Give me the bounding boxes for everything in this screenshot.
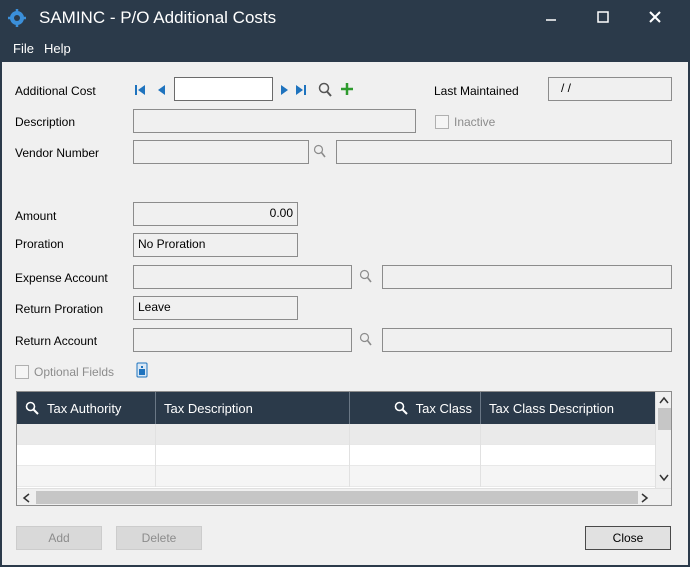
scroll-up-icon[interactable] [659,396,669,404]
inactive-checkbox[interactable] [435,115,449,129]
next-record-icon[interactable] [279,83,289,97]
return-account-label: Return Account [15,334,98,348]
inactive-label: Inactive [454,115,496,129]
menu-help[interactable]: Help [44,41,71,56]
scroll-right-icon[interactable] [641,493,649,503]
first-record-icon[interactable] [134,83,146,97]
return-proration-label: Return Proration [15,302,104,316]
proration-label: Proration [15,237,64,251]
table-cell[interactable] [156,445,350,466]
last-maintained-label: Last Maintained [434,84,519,98]
search-icon [25,401,39,415]
return-account-input[interactable] [133,328,352,352]
maximize-button[interactable] [580,0,626,34]
scroll-left-icon[interactable] [22,493,30,503]
optional-fields-label: Optional Fields [34,365,115,379]
table-cell[interactable] [17,445,156,466]
column-tax-class-description-label: Tax Class Description [489,400,614,416]
table-row[interactable] [17,466,655,487]
column-tax-description-label: Tax Description [164,400,253,416]
table-cell[interactable] [350,424,481,445]
add-button[interactable]: Add [16,526,102,550]
description-input[interactable] [133,109,416,133]
vendor-name-field [336,140,672,164]
form-body: Additional Cost Last Maintained / / Desc… [2,62,688,565]
description-label: Description [15,115,76,129]
amount-label: Amount [15,209,57,223]
amount-input[interactable]: 0.00 [133,202,298,226]
additional-cost-input[interactable] [174,77,273,101]
minimize-icon [546,19,556,21]
vendor-number-label: Vendor Number [15,146,100,160]
minimize-button[interactable] [528,0,574,34]
app-gear-icon [8,9,26,27]
close-window-button[interactable] [632,0,678,34]
table-cell[interactable] [481,445,655,466]
new-record-plus-icon[interactable] [340,82,354,96]
table-cell[interactable] [156,424,350,445]
proration-select[interactable]: No Proration [133,233,298,257]
table-row[interactable] [17,445,655,466]
table-cell[interactable] [17,424,156,445]
expense-account-finder-icon[interactable] [359,269,372,283]
grid-header: Tax Authority Tax Description Tax Class … [17,392,655,424]
return-proration-select[interactable]: Leave [133,296,298,320]
last-maintained-value: / / [548,77,672,101]
table-cell[interactable] [350,466,481,487]
column-tax-class-description[interactable]: Tax Class Description [481,392,655,424]
close-icon [649,11,661,23]
expense-account-input[interactable] [133,265,352,289]
last-record-icon[interactable] [295,83,307,97]
expense-account-description [382,265,672,289]
close-button[interactable]: Close [585,526,671,550]
menu-bar: File Help [0,36,690,62]
delete-button[interactable]: Delete [116,526,202,550]
table-cell[interactable] [156,466,350,487]
table-cell[interactable] [481,424,655,445]
optional-fields-checkbox[interactable] [15,365,29,379]
return-account-finder-icon[interactable] [359,332,372,346]
previous-record-icon[interactable] [157,83,167,97]
search-icon [394,401,408,415]
finder-icon[interactable] [318,82,332,97]
expense-account-label: Expense Account [15,271,108,285]
return-account-description [382,328,672,352]
column-tax-authority-label: Tax Authority [47,400,122,416]
optional-fields-zoom-icon[interactable] [136,362,148,378]
column-tax-class[interactable]: Tax Class [350,392,481,424]
column-tax-class-label: Tax Class [415,400,472,416]
vendor-finder-icon[interactable] [313,144,326,158]
column-tax-description[interactable]: Tax Description [156,392,350,424]
table-cell[interactable] [481,466,655,487]
title-bar: SAMINC - P/O Additional Costs [0,0,690,36]
horizontal-scrollbar[interactable] [17,488,671,505]
table-cell[interactable] [350,445,481,466]
column-tax-authority[interactable]: Tax Authority [17,392,156,424]
maximize-icon [597,11,609,23]
additional-cost-label: Additional Cost [15,84,96,98]
vertical-scroll-thumb[interactable] [658,408,671,430]
window-title: SAMINC - P/O Additional Costs [39,8,277,27]
table-row[interactable] [17,424,655,445]
table-cell[interactable] [17,466,156,487]
horizontal-scroll-thumb[interactable] [36,491,638,504]
tax-grid: Tax Authority Tax Description Tax Class … [16,391,672,506]
vendor-number-input[interactable] [133,140,309,164]
scroll-down-icon[interactable] [659,474,669,482]
vertical-scrollbar[interactable] [655,392,671,488]
menu-file[interactable]: File [13,41,34,56]
